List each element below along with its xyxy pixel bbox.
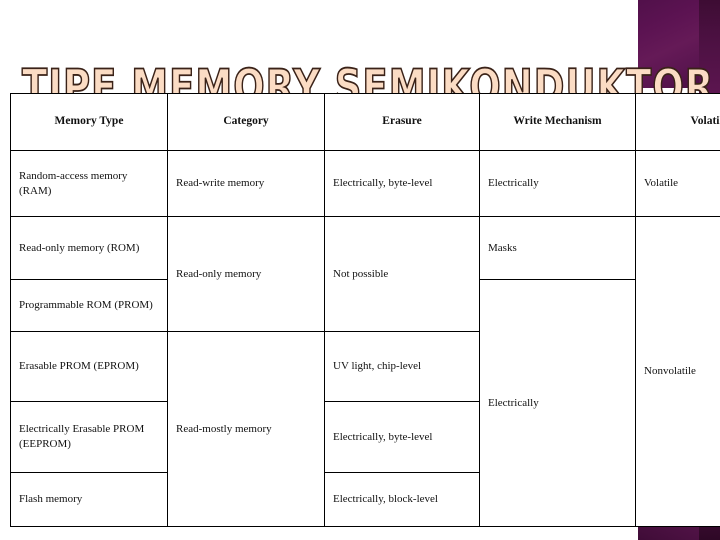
- cell-erasure-block-level: Electrically, block-level: [324, 472, 480, 527]
- memory-types-table: Memory Type Category Erasure Write Mecha…: [10, 93, 720, 527]
- decoration-top-right-block: [638, 0, 699, 88]
- table-header: Memory Type Category Erasure Write Mecha…: [10, 93, 720, 151]
- table-header-row: Memory Type Category Erasure Write Mecha…: [10, 93, 720, 151]
- cell-category-read-only: Read-only memory: [167, 216, 325, 332]
- column-header-write-mechanism: Write Mechanism: [479, 93, 636, 151]
- table-row: Read-only memory (ROM) Read-only memory …: [10, 216, 720, 527]
- slide-canvas: TIPE MEMORY SEMIKONDUKTOR Memory Type Ca…: [0, 0, 720, 540]
- cell-volatility-ram: Volatile: [635, 150, 720, 217]
- cell-volatility-nonvolatile: Nonvolatile: [635, 216, 720, 527]
- cell-memory-type-prom: Programmable ROM (PROM): [10, 279, 168, 332]
- cell-write-mechanism-masks: Masks: [479, 216, 636, 280]
- cell-category-read-mostly: Read-mostly memory: [167, 331, 325, 527]
- cell-erasure-not-possible: Not possible: [324, 216, 480, 332]
- column-header-memory-type: Memory Type: [10, 93, 168, 151]
- cell-write-mechanism-ram: Electrically: [479, 150, 636, 217]
- cell-memory-type-eprom: Erasable PROM (EPROM): [10, 331, 168, 402]
- cell-erasure-uv-light: UV light, chip-level: [324, 331, 480, 402]
- cell-memory-type-eeprom: Electrically Erasable PROM (EEPROM): [10, 401, 168, 473]
- table-row: Random-access memory (RAM) Read-write me…: [10, 150, 720, 217]
- column-header-volatility: Volatility: [635, 93, 720, 151]
- cell-write-mechanism-electrically: Electrically: [479, 279, 636, 527]
- column-header-category: Category: [167, 93, 325, 151]
- cell-erasure-ram: Electrically, byte-level: [324, 150, 480, 217]
- table-body: Random-access memory (RAM) Read-write me…: [10, 150, 720, 527]
- cell-memory-type-rom: Read-only memory (ROM): [10, 216, 168, 280]
- cell-memory-type-ram: Random-access memory (RAM): [10, 150, 168, 217]
- cell-memory-type-flash: Flash memory: [10, 472, 168, 527]
- cell-category-ram: Read-write memory: [167, 150, 325, 217]
- column-header-erasure: Erasure: [324, 93, 480, 151]
- cell-erasure-byte-level: Electrically, byte-level: [324, 401, 480, 473]
